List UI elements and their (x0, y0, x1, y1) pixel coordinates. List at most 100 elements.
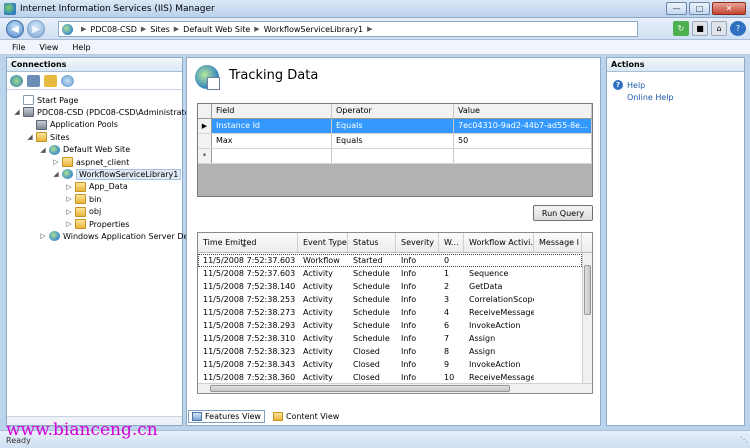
table-row[interactable]: 11/5/2008 7:52:38.140 PM Activity Schedule… (198, 280, 582, 293)
tree-node[interactable]: ▷ bin (65, 193, 101, 205)
table-row[interactable]: 11/5/2008 7:52:38.310 PM Activity Schedule… (198, 332, 582, 345)
expand-toggle-icon[interactable]: ▷ (65, 220, 73, 228)
tree-node-label: PDC08-CSD (PDC08-CSD\Administrator (37, 107, 193, 117)
expand-toggle-icon[interactable]: ▷ (65, 195, 73, 203)
breadcrumb-item[interactable]: Sites (150, 25, 170, 34)
refresh-icon[interactable]: ↻ (673, 21, 689, 36)
breadcrumb[interactable]: ▶ PDC08-CSD ▶ Sites ▶ Default Web Site ▶… (58, 21, 638, 37)
operator-cell[interactable]: Equals (332, 119, 454, 133)
tree-node-label: App_Data (89, 182, 128, 192)
expand-toggle-icon[interactable]: ▷ (65, 208, 73, 216)
table-row[interactable]: 11/5/2008 7:52:38.293 PM Activity Schedule… (198, 319, 582, 332)
row-selector[interactable]: ▶ (198, 119, 212, 133)
event-type-cell: Activity (303, 347, 333, 356)
operator-cell[interactable]: Equals (332, 134, 454, 148)
stop-icon[interactable]: ■ (692, 21, 708, 36)
vertical-scrollbar[interactable] (582, 253, 592, 383)
scroll-thumb[interactable] (584, 265, 591, 315)
w-cell: 0 (444, 256, 450, 265)
field-cell[interactable] (212, 149, 332, 163)
help-link[interactable]: ? Help (613, 80, 645, 90)
breadcrumb-item[interactable]: Default Web Site (183, 25, 250, 34)
tree-node[interactable]: ▷ obj (65, 206, 101, 218)
expand-toggle-icon[interactable]: ◢ (52, 170, 60, 178)
maximize-button[interactable]: □ (689, 2, 710, 15)
expand-toggle-icon[interactable]: ◢ (13, 108, 21, 116)
table-row[interactable]: 11/5/2008 7:52:38.343 PM Activity Closed In… (198, 358, 582, 371)
table-row[interactable]: 11/5/2008 7:52:38.273 PM Activity Schedule… (198, 306, 582, 319)
horizontal-scrollbar[interactable] (198, 383, 592, 393)
tree-node[interactable]: Application Pools (26, 119, 118, 131)
tree-node[interactable]: ◢ PDC08-CSD (PDC08-CSD\Administrator (13, 106, 193, 118)
event-type-cell: Activity (303, 360, 333, 369)
tree-node[interactable]: ◢ Sites (26, 131, 70, 143)
expand-toggle-icon[interactable]: ▷ (65, 183, 73, 191)
connect-icon[interactable] (10, 74, 23, 87)
forward-button[interactable]: ▶ (27, 20, 45, 38)
online-help-link[interactable]: Online Help (627, 93, 674, 102)
run-query-button[interactable]: Run Query (533, 205, 593, 221)
delete-connection-icon[interactable] (61, 74, 74, 87)
expand-toggle-icon[interactable]: ◢ (26, 133, 34, 141)
column-header-w[interactable]: W... (439, 233, 464, 252)
tree-node[interactable]: ▷ Properties (65, 218, 129, 230)
column-header-status[interactable]: Status (348, 233, 396, 252)
tree-node[interactable]: ◢ Default Web Site (39, 144, 130, 156)
row-selector[interactable] (198, 134, 212, 148)
field-cell[interactable]: Max (212, 134, 332, 148)
column-header-severity[interactable]: Severity (396, 233, 439, 252)
content-view-tab[interactable]: Content View (269, 410, 343, 423)
resize-grip-icon[interactable]: ⋱ (740, 435, 748, 444)
view-switcher: Features View Content View (186, 408, 601, 424)
help-icon[interactable]: ? (730, 21, 746, 36)
field-cell[interactable]: Instance Id (212, 119, 332, 133)
minimize-button[interactable]: — (666, 2, 687, 15)
table-row[interactable]: 11/5/2008 7:52:38.323 PM Activity Closed In… (198, 345, 582, 358)
expand-toggle-icon[interactable]: ▷ (39, 232, 47, 240)
new-query-row[interactable]: * (198, 149, 592, 164)
actions-title: Actions (607, 58, 744, 72)
menu-view[interactable]: View (39, 43, 58, 52)
status-cell: Closed (353, 347, 380, 356)
new-row-marker[interactable]: * (198, 149, 212, 163)
sort-ascending-icon: ▲ (242, 242, 246, 248)
table-row[interactable]: 11/5/2008 7:52:38.253 PM Activity Schedule… (198, 293, 582, 306)
window-controls: — □ ✕ (666, 2, 746, 15)
tree-node[interactable]: ▷ Windows Application Server Defa (39, 230, 196, 242)
table-row[interactable]: 11/5/2008 7:52:37.603 PM Activity Schedule… (198, 267, 582, 280)
back-button[interactable]: ◀ (6, 20, 24, 38)
severity-cell: Info (401, 308, 417, 317)
column-header-value[interactable]: Value (454, 104, 592, 118)
tree-node[interactable]: ◢ WorkflowServiceLibrary1 (52, 168, 182, 180)
home-icon[interactable]: ⌂ (711, 21, 727, 36)
menu-help[interactable]: Help (72, 43, 90, 52)
breadcrumb-item[interactable]: PDC08-CSD (90, 25, 136, 34)
query-row[interactable]: Max Equals 50 (198, 134, 592, 149)
column-header-workflow-activity[interactable]: Workflow Activi... (464, 233, 534, 252)
expand-toggle-icon[interactable]: ◢ (39, 146, 47, 154)
menu-file[interactable]: File (12, 43, 25, 52)
tree-node[interactable]: ▷ aspnet_client (52, 156, 129, 168)
column-header-event-type[interactable]: Event Type (298, 233, 348, 252)
w-cell: 2 (444, 282, 450, 291)
query-row[interactable]: ▶ Instance Id Equals 7ec04310-9ad2-44b7-… (198, 119, 592, 134)
up-folder-icon[interactable] (44, 74, 57, 87)
tree-node[interactable]: ▷ App_Data (65, 181, 128, 193)
value-cell[interactable]: 7ec04310-9ad2-44b7-ad55-8e... (454, 119, 592, 133)
column-header-time-emitted[interactable]: Time Emitted ▲ (198, 233, 298, 252)
close-button[interactable]: ✕ (712, 2, 746, 15)
status-cell: Schedule (353, 321, 390, 330)
column-header-field[interactable]: Field (212, 104, 332, 118)
value-cell[interactable]: 50 (454, 134, 592, 148)
breadcrumb-item[interactable]: WorkflowServiceLibrary1 (264, 25, 363, 34)
tree-node[interactable]: Start Page (13, 94, 78, 106)
features-view-tab[interactable]: Features View (188, 409, 265, 423)
value-cell[interactable] (454, 149, 592, 163)
table-row[interactable]: 11/5/2008 7:52:37.603 PM Workflow Started I… (198, 254, 582, 267)
expand-toggle-icon[interactable]: ▷ (52, 158, 60, 166)
column-header-operator[interactable]: Operator (332, 104, 454, 118)
save-icon[interactable] (27, 74, 40, 87)
column-header-message[interactable]: Message I (534, 233, 582, 252)
scroll-thumb[interactable] (210, 385, 510, 392)
operator-cell[interactable] (332, 149, 454, 163)
